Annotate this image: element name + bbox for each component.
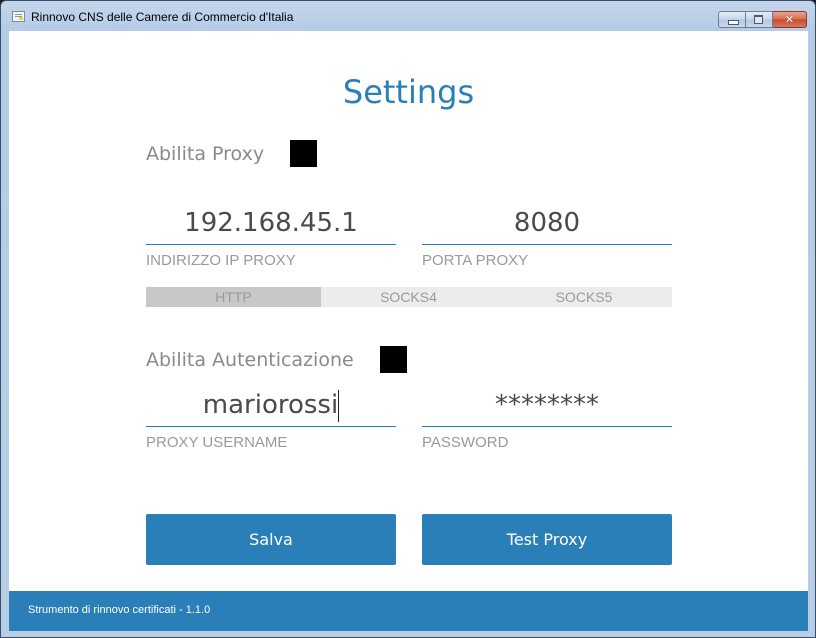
version-text: Strumento di rinnovo certificati - 1.1.0 xyxy=(28,604,211,616)
test-proxy-button[interactable]: Test Proxy xyxy=(422,514,672,565)
enable-proxy-row: Abilita Proxy xyxy=(146,140,318,167)
enable-auth-row: Abilita Autenticazione xyxy=(146,346,407,373)
enable-auth-label: Abilita Autenticazione xyxy=(146,348,354,371)
enable-proxy-checkbox[interactable] xyxy=(290,140,318,167)
maximize-button[interactable] xyxy=(746,11,773,28)
proxy-password-label: PASSWORD xyxy=(422,434,509,451)
protocol-option-socks5[interactable]: SOCKS5 xyxy=(496,287,672,307)
enable-proxy-label: Abilita Proxy xyxy=(146,142,265,165)
window-title: Rinnovo CNS delle Camere di Commercio d'… xyxy=(31,10,294,24)
protocol-option-socks4[interactable]: SOCKS4 xyxy=(321,287,496,307)
proxy-password-input[interactable]: ******** xyxy=(422,383,672,427)
protocol-selector: HTTP SOCKS4 SOCKS5 xyxy=(146,287,672,307)
save-button[interactable]: Salva xyxy=(146,514,396,565)
proxy-ip-input[interactable]: 192.168.45.1 xyxy=(146,201,396,245)
proxy-ip-label: INDIRIZZO IP PROXY xyxy=(146,252,296,269)
proxy-username-label: PROXY USERNAME xyxy=(146,434,288,451)
proxy-port-input[interactable]: 8080 xyxy=(422,201,672,245)
enable-auth-checkbox[interactable] xyxy=(379,346,407,373)
proxy-username-input[interactable]: mariorossi xyxy=(146,383,396,427)
title-bar[interactable]: Rinnovo CNS delle Camere di Commercio d'… xyxy=(1,1,815,31)
text-caret xyxy=(338,389,340,422)
username-text: mariorossi xyxy=(202,390,339,420)
proxy-ip-field: 192.168.45.1 INDIRIZZO IP PROXY xyxy=(146,201,396,269)
status-footer: Strumento di rinnovo certificati - 1.1.0 xyxy=(9,591,808,631)
protocol-option-http[interactable]: HTTP xyxy=(146,287,321,307)
proxy-password-field: ******** PASSWORD xyxy=(422,383,672,451)
page-title: Settings xyxy=(342,73,475,111)
minimize-button[interactable] xyxy=(718,11,746,28)
proxy-port-field: 8080 PORTA PROXY xyxy=(422,201,672,269)
close-button[interactable] xyxy=(773,11,807,28)
window-controls xyxy=(718,11,807,29)
proxy-username-field: mariorossi PROXY USERNAME xyxy=(146,383,396,451)
proxy-port-label: PORTA PROXY xyxy=(422,252,529,269)
settings-panel: Settings Abilita Proxy 192.168.45.1 INDI… xyxy=(9,31,808,631)
app-window-icon xyxy=(12,11,25,22)
app-window: Rinnovo CNS delle Camere di Commercio d'… xyxy=(0,0,816,638)
